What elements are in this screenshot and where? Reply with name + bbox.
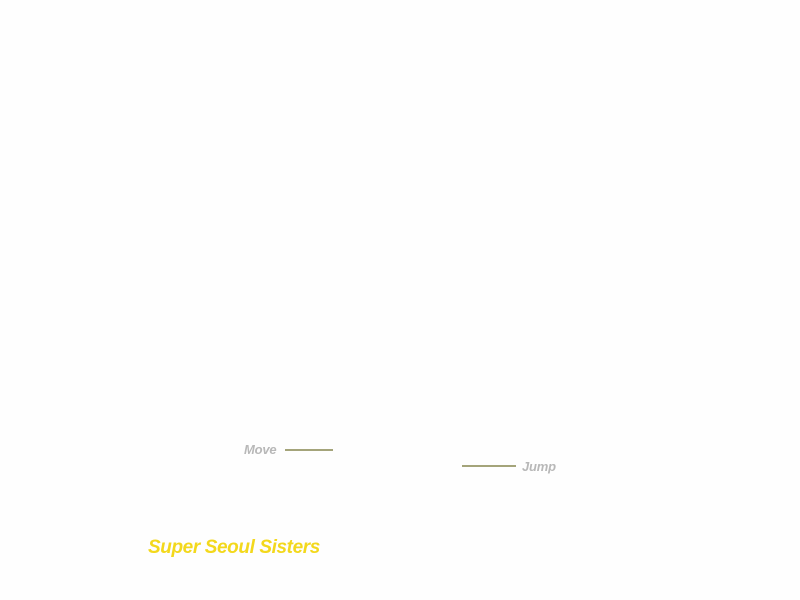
jump-pointer-line xyxy=(462,465,516,467)
move-control-label: Move xyxy=(244,442,277,457)
move-pointer-line xyxy=(285,449,333,451)
jump-control-label: Jump xyxy=(522,459,556,474)
game-title: Super Seoul Sisters xyxy=(148,537,320,558)
game-canvas[interactable]: Move Jump Super Seoul Sisters xyxy=(0,0,800,600)
